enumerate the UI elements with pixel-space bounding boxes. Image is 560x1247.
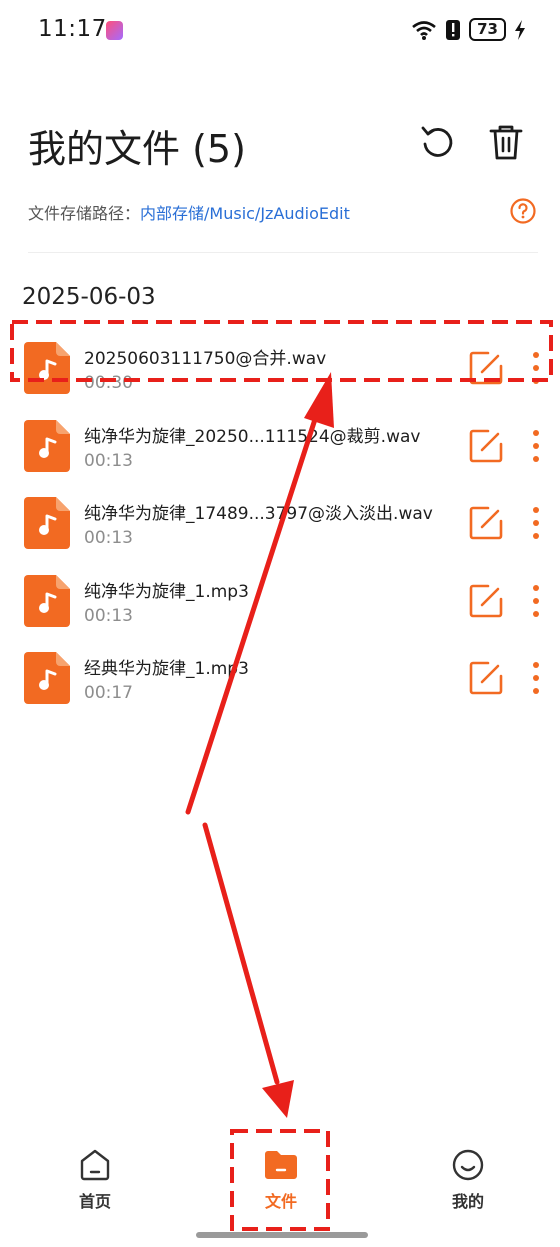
edit-icon[interactable] [468, 428, 504, 464]
file-duration: 00:13 [84, 606, 133, 626]
edit-icon[interactable] [468, 583, 504, 619]
nav-files-label: 文件 [264, 1192, 297, 1211]
smiley-icon [452, 1149, 484, 1181]
file-duration: 00:13 [84, 451, 133, 471]
alert-icon [446, 19, 461, 40]
charging-icon [515, 19, 525, 40]
edit-icon[interactable] [468, 350, 504, 386]
file-name: 20250603111750@合并.wav [84, 349, 327, 369]
refresh-icon [421, 126, 453, 157]
status-icons: 73 [411, 18, 526, 41]
more-options-icon[interactable] [526, 660, 546, 696]
file-name: 纯净华为旋律_20250...111524@裁剪.wav [84, 427, 421, 447]
more-options-icon[interactable] [526, 350, 546, 386]
file-name: 纯净华为旋律_1.mp3 [84, 582, 249, 602]
divider [28, 252, 538, 253]
arrow-down-head [262, 1080, 294, 1118]
bottom-nav: 首页 文件 我的 [0, 1130, 560, 1247]
wifi-icon [412, 20, 436, 40]
storage-path-link[interactable]: 内部存储/Music/JzAudioEdit [140, 204, 350, 223]
arrow-down-line [202, 822, 280, 1085]
file-duration: 00:30 [84, 373, 133, 393]
file-item[interactable]: 20250603111750@合并.wav 00:30 [0, 332, 560, 408]
edit-icon[interactable] [468, 660, 504, 696]
folder-icon [265, 1151, 297, 1179]
page-title: 我的文件 (5) [28, 127, 246, 171]
help-button[interactable] [510, 198, 536, 224]
nav-home[interactable]: 首页 [35, 1144, 155, 1224]
app-badge-icon [106, 21, 123, 40]
audio-file-icon [24, 342, 70, 394]
file-item[interactable]: 纯净华为旋律_17489...3797@淡入淡出.wav 00:13 [0, 487, 560, 563]
nav-home-label: 首页 [78, 1192, 111, 1211]
nav-mine-label: 我的 [451, 1192, 484, 1211]
more-options-icon[interactable] [526, 583, 546, 619]
home-indicator [196, 1232, 368, 1238]
battery-icon: 73 [469, 18, 506, 41]
date-group-header: 2025-06-03 [22, 284, 156, 310]
storage-path-label: 文件存储路径： [28, 204, 141, 223]
file-item[interactable]: 纯净华为旋律_20250...111524@裁剪.wav 00:13 [0, 410, 560, 486]
audio-file-icon [24, 420, 70, 472]
status-time: 11:17 [38, 16, 107, 42]
trash-icon [489, 125, 523, 160]
edit-icon[interactable] [468, 505, 504, 541]
nav-files[interactable]: 文件 [221, 1144, 341, 1224]
more-options-icon[interactable] [526, 505, 546, 541]
help-icon [510, 198, 536, 224]
file-item[interactable]: 经典华为旋律_1.mp3 00:17 [0, 642, 560, 718]
audio-file-icon [24, 497, 70, 549]
audio-file-icon [24, 575, 70, 627]
home-icon [80, 1149, 110, 1181]
more-options-icon[interactable] [526, 428, 546, 464]
file-name: 经典华为旋律_1.mp3 [84, 659, 249, 679]
file-duration: 00:17 [84, 683, 133, 703]
delete-button[interactable] [486, 122, 526, 162]
file-item[interactable]: 纯净华为旋律_1.mp3 00:13 [0, 565, 560, 641]
page-header: 我的文件 (5) [28, 118, 538, 178]
status-bar: 11:17 73 [0, 0, 560, 60]
storage-path-row: 文件存储路径：内部存储/Music/JzAudioEdit [28, 198, 538, 226]
audio-file-icon [24, 652, 70, 704]
file-name: 纯净华为旋律_17489...3797@淡入淡出.wav [84, 504, 433, 524]
file-duration: 00:13 [84, 528, 133, 548]
nav-mine[interactable]: 我的 [408, 1144, 528, 1224]
refresh-button[interactable] [418, 122, 458, 162]
